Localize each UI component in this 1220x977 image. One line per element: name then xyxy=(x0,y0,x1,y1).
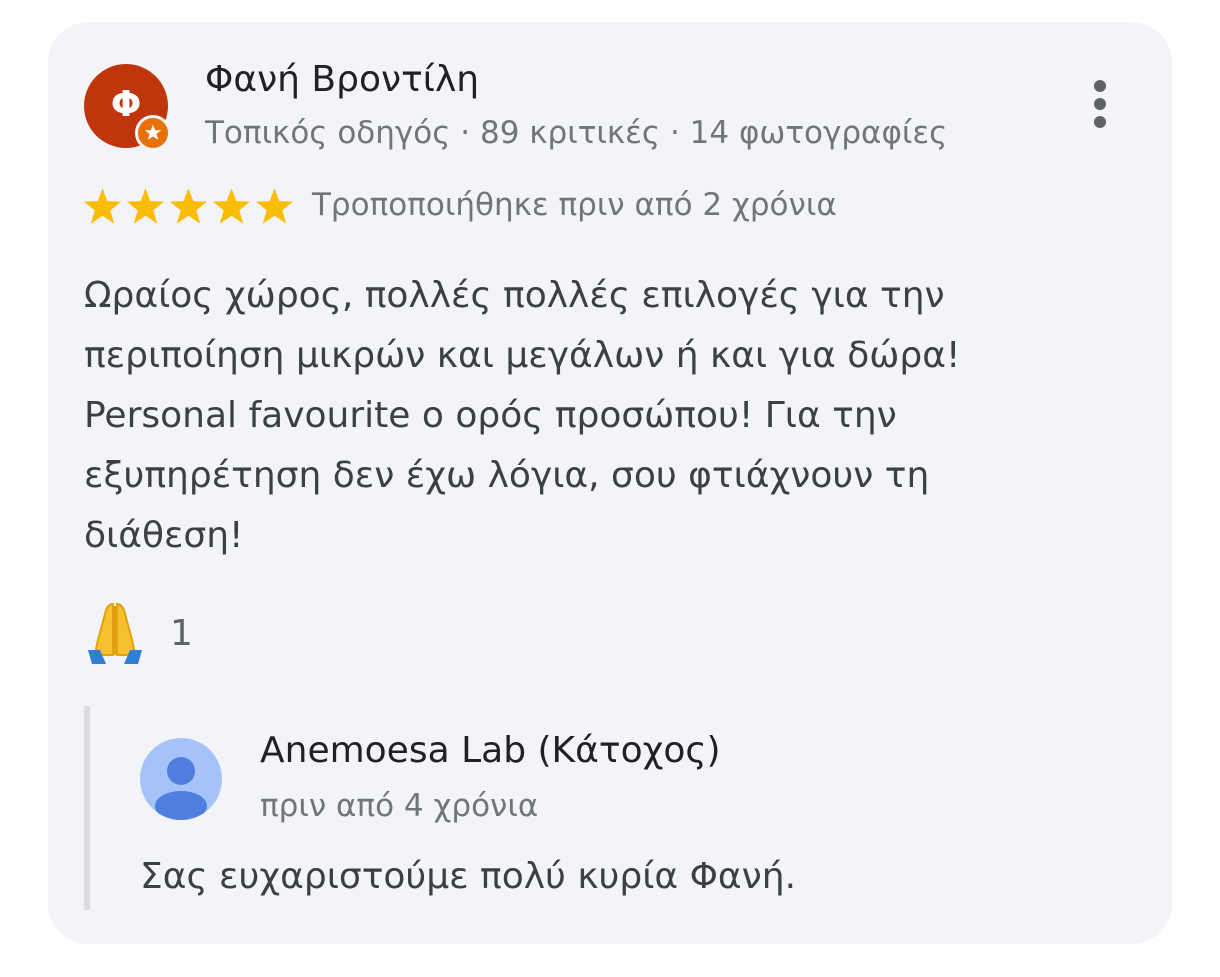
review-card: Φ Φανή Βροντίλη Τοπικός οδηγός · 89 κριτ… xyxy=(48,22,1172,944)
review-text-line: διάθεση! xyxy=(84,515,244,556)
reaction-count: 1 xyxy=(170,612,193,654)
review-text-line: Ωραίος χώρος, πολλές πολλές επιλογές για… xyxy=(84,275,945,316)
folded-hands-icon xyxy=(88,602,142,664)
star-icon xyxy=(82,186,123,226)
star-icon xyxy=(254,186,295,226)
star-icon xyxy=(211,186,252,226)
star-rating xyxy=(82,186,295,226)
review-text-line: περιποίηση μικρών και μεγάλων ή και για … xyxy=(84,335,961,376)
reviewer-meta: Τοπικός οδηγός · 89 κριτικές · 14 φωτογρ… xyxy=(205,115,948,151)
review-modified-date: Τροποποιήθηκε πριν από 2 χρόνια xyxy=(312,187,837,223)
person-icon xyxy=(155,757,207,820)
avatar-letter: Φ xyxy=(110,83,142,125)
owner-reply-date: πριν από 4 χρόνια xyxy=(260,788,539,824)
more-dot xyxy=(1094,80,1106,92)
star-icon xyxy=(168,186,209,226)
more-dot xyxy=(1094,98,1106,110)
owner-avatar xyxy=(140,738,222,820)
reviewer-name[interactable]: Φανή Βροντίλη xyxy=(205,59,479,100)
local-guide-badge-icon xyxy=(135,115,171,151)
star-icon xyxy=(125,186,166,226)
review-text-line: Personal favourite ο ορός προσώπου! Για … xyxy=(84,395,897,436)
review-text-line: εξυπηρέτηση δεν έχω λόγια, σου φτιάχνουν… xyxy=(84,455,930,496)
owner-reply-text: Σας ευχαριστούμε πολύ κυρία Φανή. xyxy=(140,856,797,897)
owner-name: Anemoesa Lab (Κάτοχος) xyxy=(260,730,721,771)
review-text: Ωραίος χώρος, πολλές πολλές επιλογές για… xyxy=(84,266,1044,566)
more-options-button[interactable] xyxy=(1078,76,1122,132)
owner-reply: Anemoesa Lab (Κάτοχος) πριν από 4 χρόνια… xyxy=(84,706,990,910)
more-dot xyxy=(1094,116,1106,128)
reaction-button[interactable]: 1 xyxy=(84,600,193,666)
